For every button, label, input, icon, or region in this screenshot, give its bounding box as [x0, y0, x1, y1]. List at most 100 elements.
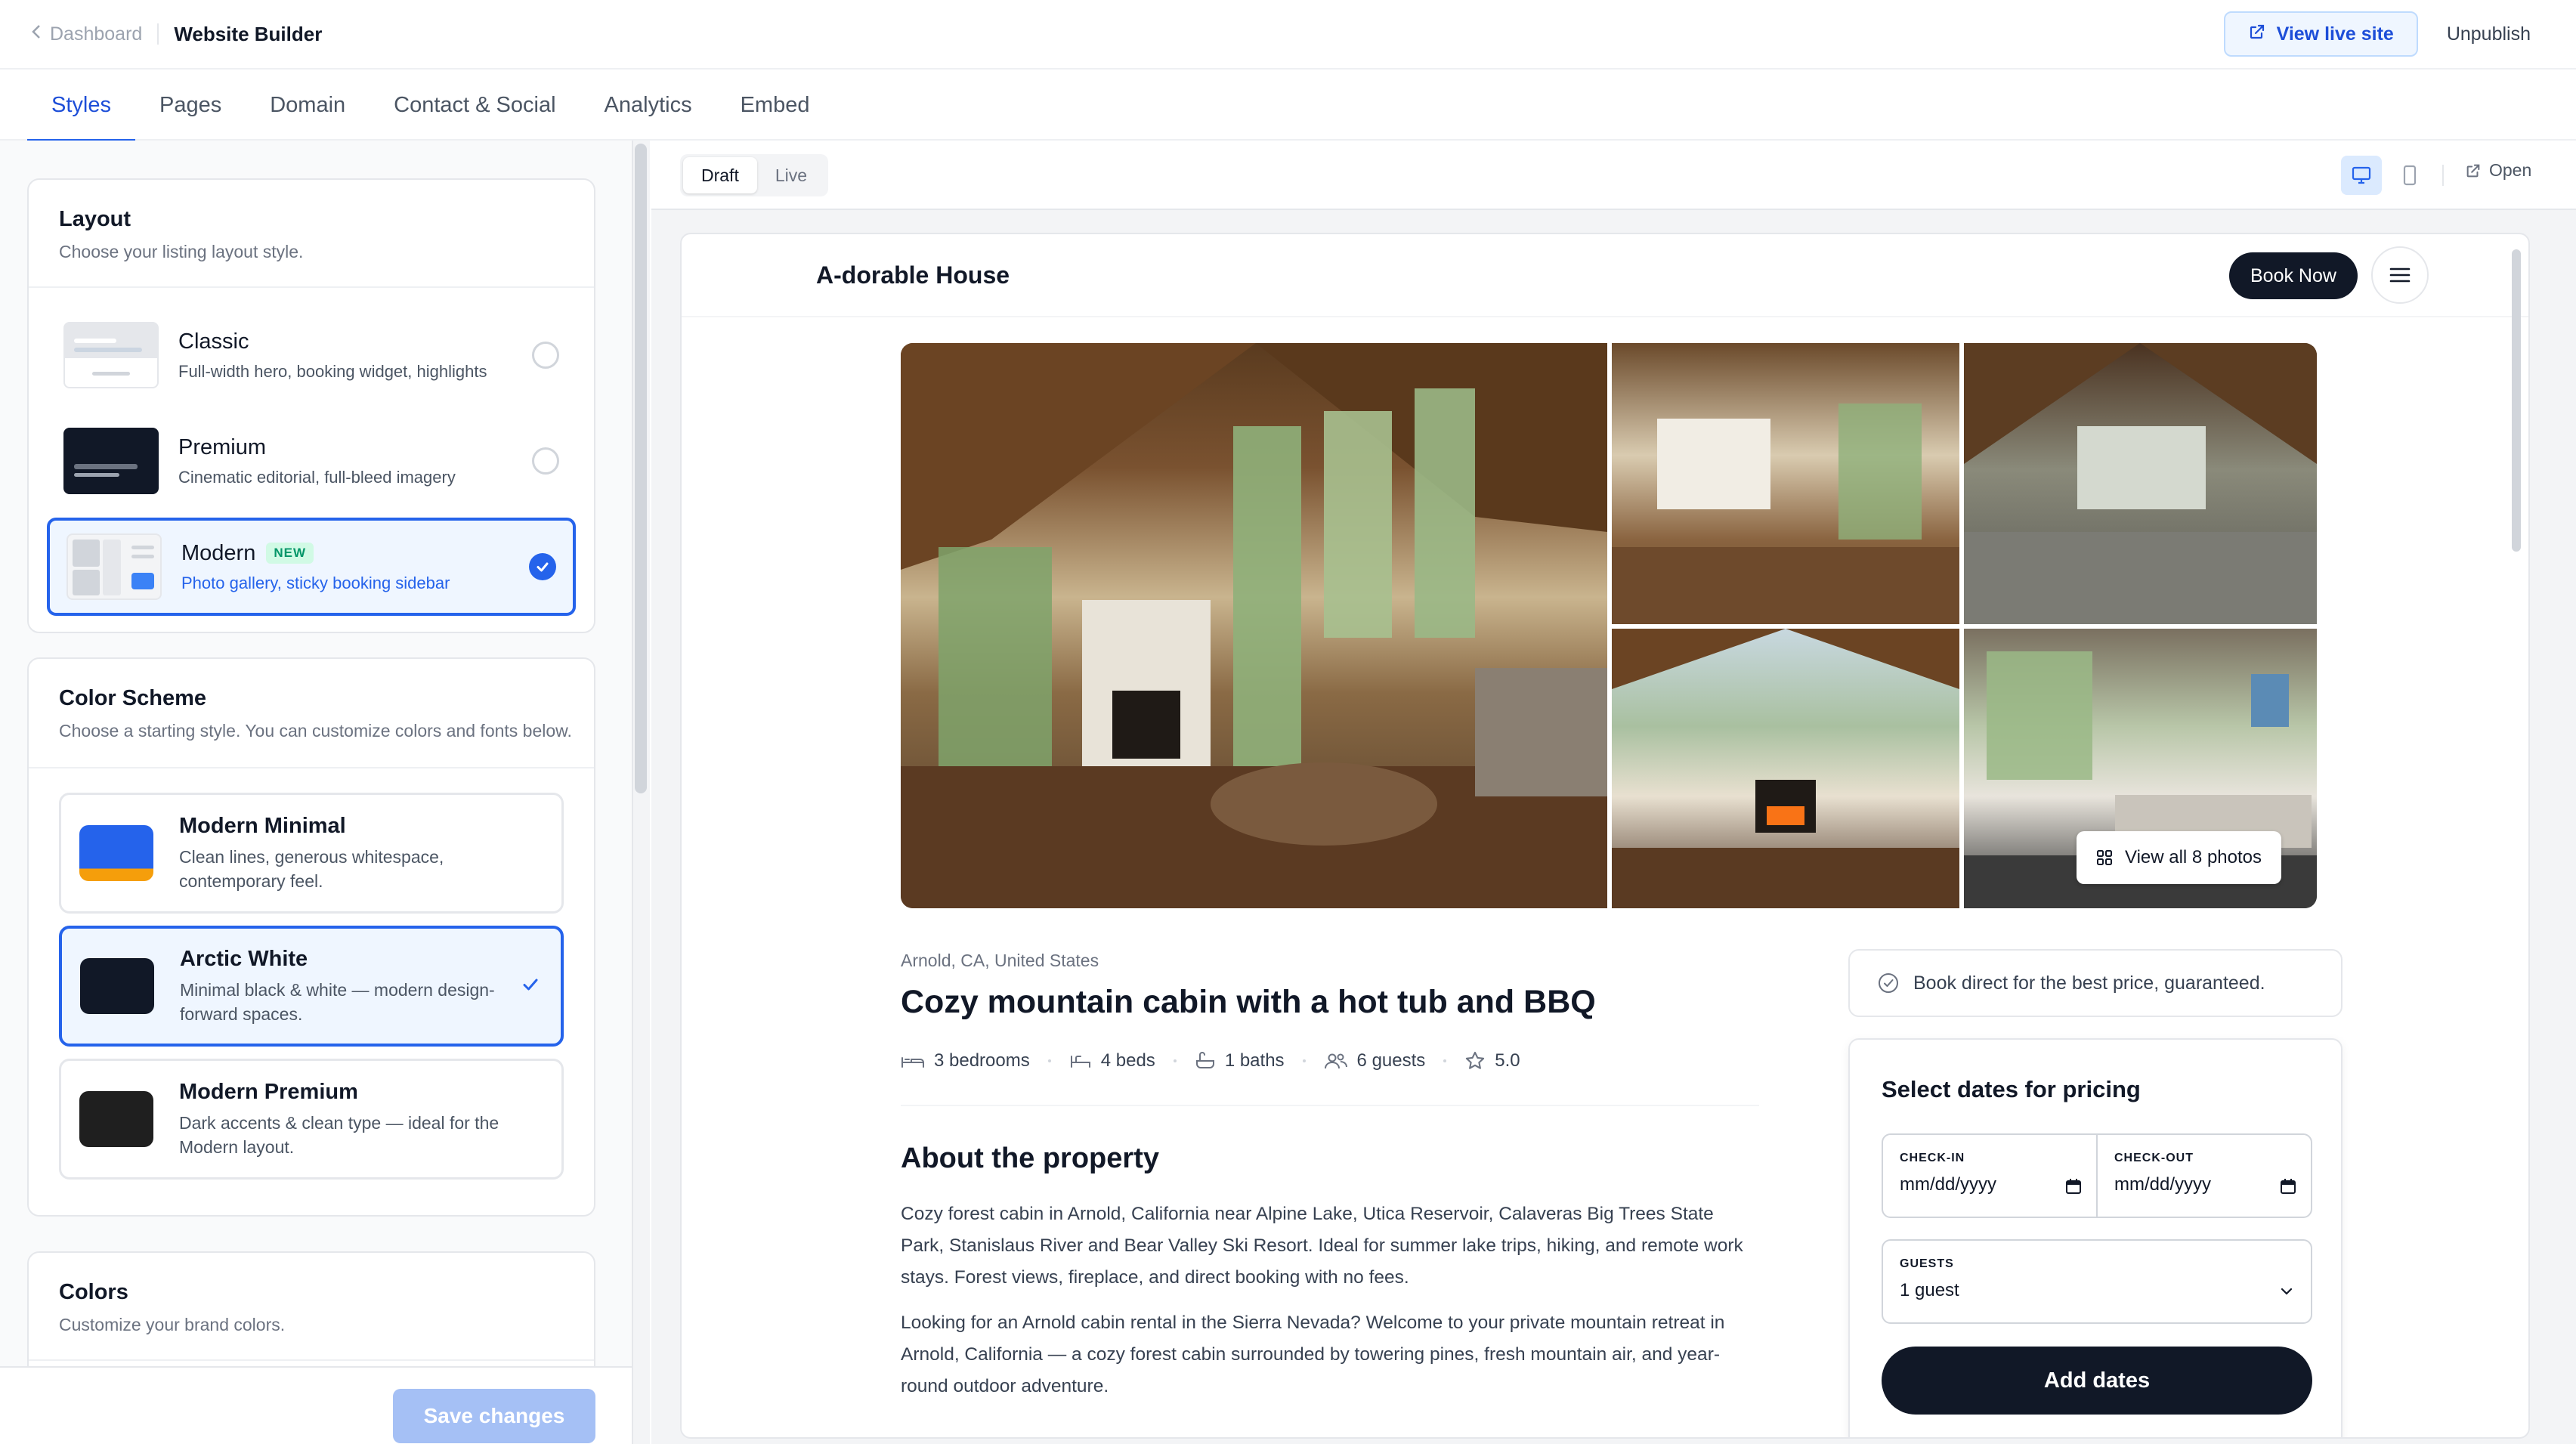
tab-contact-social[interactable]: Contact & Social [370, 70, 580, 141]
view-live-site-label: View live site [2276, 23, 2394, 45]
listing-facts: 3 bedrooms 4 beds 1 baths 6 guests 5.0 [901, 1050, 1520, 1071]
styles-panel: Layout Choose your listing layout style.… [0, 141, 633, 1444]
live-mode-button[interactable]: Live [757, 157, 825, 193]
checkmark-icon [537, 562, 549, 572]
layout-option-desc: Photo gallery, sticky booking sidebar [181, 573, 450, 592]
preview-scrollbar[interactable] [2512, 249, 2521, 552]
draft-mode-button[interactable]: Draft [683, 157, 757, 193]
color-scheme-card: Color Scheme Choose a starting style. Yo… [27, 657, 595, 1217]
classic-thumbnail [63, 322, 159, 389]
date-range-picker: CHECK-IN mm/dd/yyyy CHECK-OUT mm/dd/yyyy [1882, 1133, 2312, 1218]
fact-bedrooms: 3 bedrooms [901, 1050, 1030, 1071]
unpublish-button[interactable]: Unpublish [2447, 23, 2546, 45]
layout-title: Layout [59, 207, 131, 231]
checkin-field[interactable]: CHECK-IN mm/dd/yyyy [1883, 1135, 2096, 1217]
hamburger-icon [2389, 267, 2411, 283]
guests-select[interactable]: GUESTS 1 guest [1882, 1239, 2312, 1324]
builder-tabs: Styles Pages Domain Contact & Social Ana… [0, 70, 2576, 142]
bath-icon [1195, 1052, 1214, 1068]
radio-classic[interactable] [532, 342, 559, 370]
book-now-button[interactable]: Book Now [2229, 252, 2358, 299]
top-bar: Dashboard Website Builder View live site… [0, 0, 2576, 70]
layout-option-modern[interactable]: Modern NEW Photo gallery, sticky booking… [47, 518, 576, 617]
tab-embed[interactable]: Embed [716, 70, 834, 141]
scheme-name: Arctic White [180, 946, 308, 971]
modern-thumbnail [66, 533, 162, 601]
layout-option-premium[interactable]: Premium Cinematic editorial, full-bleed … [47, 412, 576, 510]
layout-option-name: Classic [178, 329, 249, 354]
open-preview-link[interactable]: Open [2465, 160, 2531, 181]
scheme-name: Modern Minimal [179, 813, 346, 838]
preview-frame: A-dorable House Book Now View all 8 phot… [680, 233, 2530, 1439]
external-link-icon [2466, 164, 2480, 177]
gallery-photo-loft[interactable] [1964, 343, 2317, 624]
booking-widget: Select dates for pricing CHECK-IN mm/dd/… [1848, 1038, 2343, 1437]
menu-button[interactable] [2371, 246, 2429, 304]
view-live-site-button[interactable]: View live site [2223, 11, 2418, 57]
scheme-desc: Minimal black & white — modern design-fo… [180, 979, 495, 1024]
layout-option-name: Modern [181, 540, 256, 565]
listing-location: Arnold, CA, United States [901, 951, 1099, 970]
radio-premium[interactable] [532, 447, 559, 475]
chevron-down-icon [2279, 1286, 2294, 1300]
booking-title: Select dates for pricing [1882, 1076, 2141, 1102]
tab-domain[interactable]: Domain [246, 70, 370, 141]
panel-scrollbar[interactable] [635, 144, 647, 793]
layout-option-classic[interactable]: Classic Full-width hero, booking widget,… [47, 306, 576, 404]
gallery-photo-main[interactable] [901, 343, 1607, 908]
desktop-view-button[interactable] [2341, 156, 2382, 195]
scheme-swatch [79, 825, 153, 882]
radio-modern[interactable] [529, 553, 556, 581]
checkout-field[interactable]: CHECK-OUT mm/dd/yyyy [2096, 1135, 2311, 1217]
layout-description: Choose your listing layout style. [59, 242, 304, 261]
scheme-arctic-white[interactable]: Arctic White Minimal black & white — mod… [59, 926, 564, 1047]
colors-title: Colors [59, 1280, 128, 1304]
site-preview: Draft Live Open A-dorable House Book Now [651, 141, 2576, 1444]
colors-description: Customize your brand colors. [59, 1315, 286, 1334]
save-changes-button[interactable]: Save changes [393, 1389, 595, 1443]
back-to-dashboard-link[interactable]: Dashboard [30, 23, 142, 45]
view-all-photos-button[interactable]: View all 8 photos [2077, 831, 2282, 884]
single-bed-icon [1070, 1056, 1090, 1068]
layout-option-desc: Full-width hero, booking widget, highlig… [178, 361, 487, 381]
site-header: A-dorable House Book Now [682, 234, 2528, 317]
calendar-icon[interactable] [2064, 1177, 2083, 1199]
scheme-desc: Clean lines, generous whitespace, contem… [179, 846, 444, 891]
view-all-photos-label: View all 8 photos [2125, 847, 2262, 867]
tab-styles[interactable]: Styles [27, 70, 135, 142]
desktop-icon [2352, 166, 2371, 184]
color-scheme-description: Choose a starting style. You can customi… [59, 721, 572, 741]
tab-pages[interactable]: Pages [135, 70, 246, 141]
draft-live-toggle: Draft Live [680, 154, 829, 196]
about-title: About the property [901, 1143, 1159, 1174]
add-dates-button[interactable]: Add dates [1882, 1347, 2312, 1415]
guests-label: GUESTS [1900, 1257, 1954, 1270]
layout-option-desc: Cinematic editorial, full-bleed imagery [178, 467, 456, 487]
guests-icon [1324, 1053, 1347, 1069]
scheme-swatch [79, 1091, 153, 1148]
rating-text: 5.0 [1495, 1050, 1520, 1071]
checkin-label: CHECK-IN [1900, 1152, 1965, 1164]
gallery-photo-kitchen[interactable] [1612, 343, 1959, 624]
fact-beds: 4 beds [1069, 1050, 1155, 1071]
calendar-icon[interactable] [2279, 1177, 2297, 1199]
fact-rating: 5.0 [1464, 1050, 1520, 1071]
scheme-swatch [80, 958, 154, 1015]
open-label: Open [2489, 160, 2532, 180]
layout-card: Layout Choose your listing layout style.… [27, 178, 595, 633]
mobile-view-button[interactable] [2389, 156, 2430, 195]
checkin-value: mm/dd/yyyy [1900, 1174, 1997, 1195]
best-price-text: Book direct for the best price, guarante… [1913, 972, 2265, 994]
scheme-modern-minimal[interactable]: Modern Minimal Clean lines, generous whi… [59, 793, 564, 914]
back-label: Dashboard [50, 23, 143, 45]
bed-icon [901, 1057, 924, 1068]
bedrooms-text: 3 bedrooms [934, 1050, 1030, 1071]
scheme-modern-premium[interactable]: Modern Premium Dark accents & clean type… [59, 1059, 564, 1180]
checkout-label: CHECK-OUT [2114, 1152, 2194, 1164]
listing-title: Cozy mountain cabin with a hot tub and B… [901, 984, 1596, 1020]
breadcrumb-divider [157, 23, 159, 45]
gallery-photo-fireplace[interactable] [1612, 629, 1959, 908]
tab-analytics[interactable]: Analytics [580, 70, 716, 141]
checkout-value: mm/dd/yyyy [2114, 1174, 2212, 1195]
grid-icon [2097, 850, 2112, 865]
